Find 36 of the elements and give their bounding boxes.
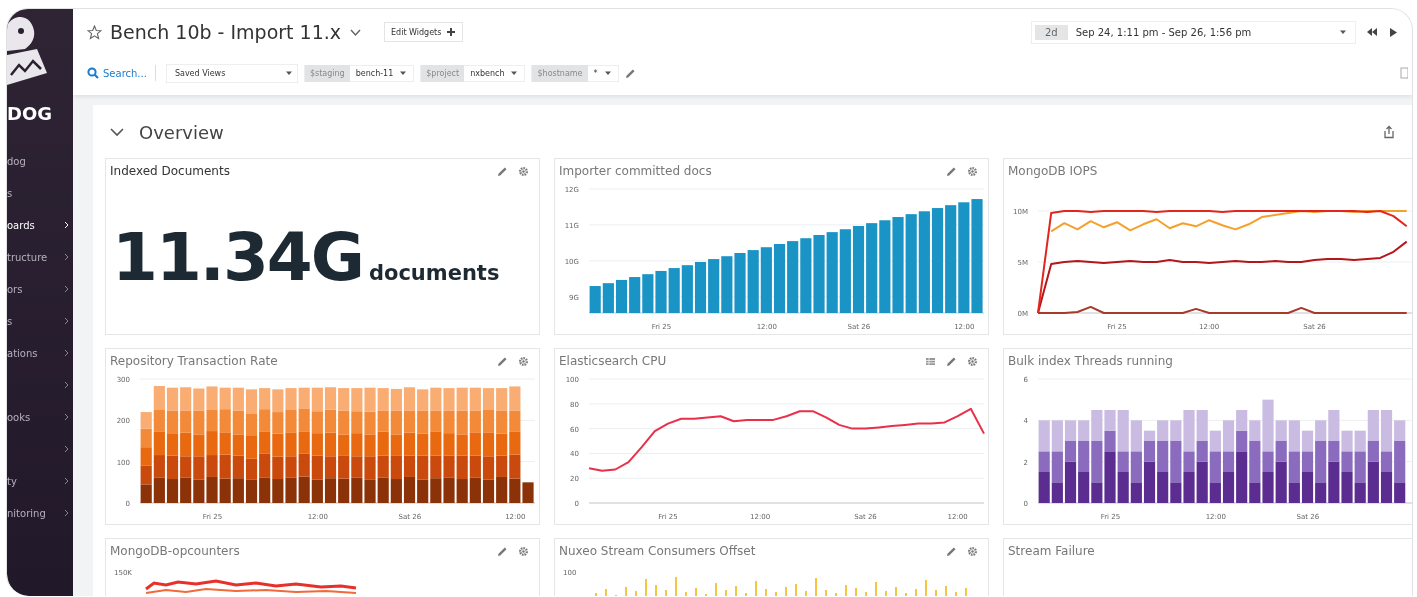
widget-title: Repository Transaction Rate xyxy=(110,354,278,368)
widget-title: MongoDB IOPS xyxy=(1008,164,1098,178)
variable-name: $hostname xyxy=(532,64,588,82)
nav-item[interactable]: s xyxy=(7,305,73,337)
nav-item[interactable]: ty xyxy=(7,465,73,497)
template-variable[interactable]: $staging bench-11 xyxy=(303,64,415,82)
nav-item[interactable]: oards xyxy=(7,209,73,241)
brand-name: DOG xyxy=(7,103,54,125)
widget-title: Nuxeo Stream Consumers Offset xyxy=(559,544,756,558)
edit-widgets-button[interactable]: Edit Widgets xyxy=(384,22,464,42)
search-button[interactable]: Search... xyxy=(87,65,156,81)
metric-unit: documents xyxy=(368,261,500,285)
nav-item[interactable]: dog xyxy=(7,145,73,177)
nav-item[interactable]: ooks xyxy=(7,401,73,433)
nav-item[interactable]: ors xyxy=(7,273,73,305)
time-range-picker[interactable]: 2d Sep 24, 1:11 pm - Sep 26, 1:56 pm xyxy=(1031,20,1356,44)
widget-title: Indexed Documents xyxy=(110,164,230,178)
widget-title: Stream Failure xyxy=(1008,544,1095,558)
widget-title: MongoDB-opcounters xyxy=(110,544,240,558)
widget-title: Bulk index Threads running xyxy=(1008,354,1173,368)
template-variable[interactable]: $project nxbench xyxy=(420,64,526,82)
template-variable[interactable]: $hostname * xyxy=(531,64,619,82)
nav-item[interactable]: tructure xyxy=(7,241,73,273)
saved-views-dropdown[interactable]: Saved Views xyxy=(165,63,298,83)
widget-title: Importer committed docs xyxy=(559,164,712,178)
nav-item[interactable]: ations xyxy=(7,337,73,369)
time-range-text: Sep 24, 1:11 pm - Sep 26, 1:56 pm xyxy=(1075,26,1253,38)
section-title: Overview xyxy=(139,121,225,143)
metric-value: 11.34G xyxy=(112,225,363,291)
nav-item[interactable]: s xyxy=(7,177,73,209)
nav-item[interactable]: nitoring xyxy=(7,497,73,529)
widget-title: Elasticsearch CPU xyxy=(559,354,667,368)
variable-name: $staging xyxy=(304,64,350,82)
dashboard-title: Bench 10b - Import 11.x xyxy=(110,21,342,43)
time-span-label: 2d xyxy=(1035,24,1068,40)
variable-name: $project xyxy=(421,64,465,82)
